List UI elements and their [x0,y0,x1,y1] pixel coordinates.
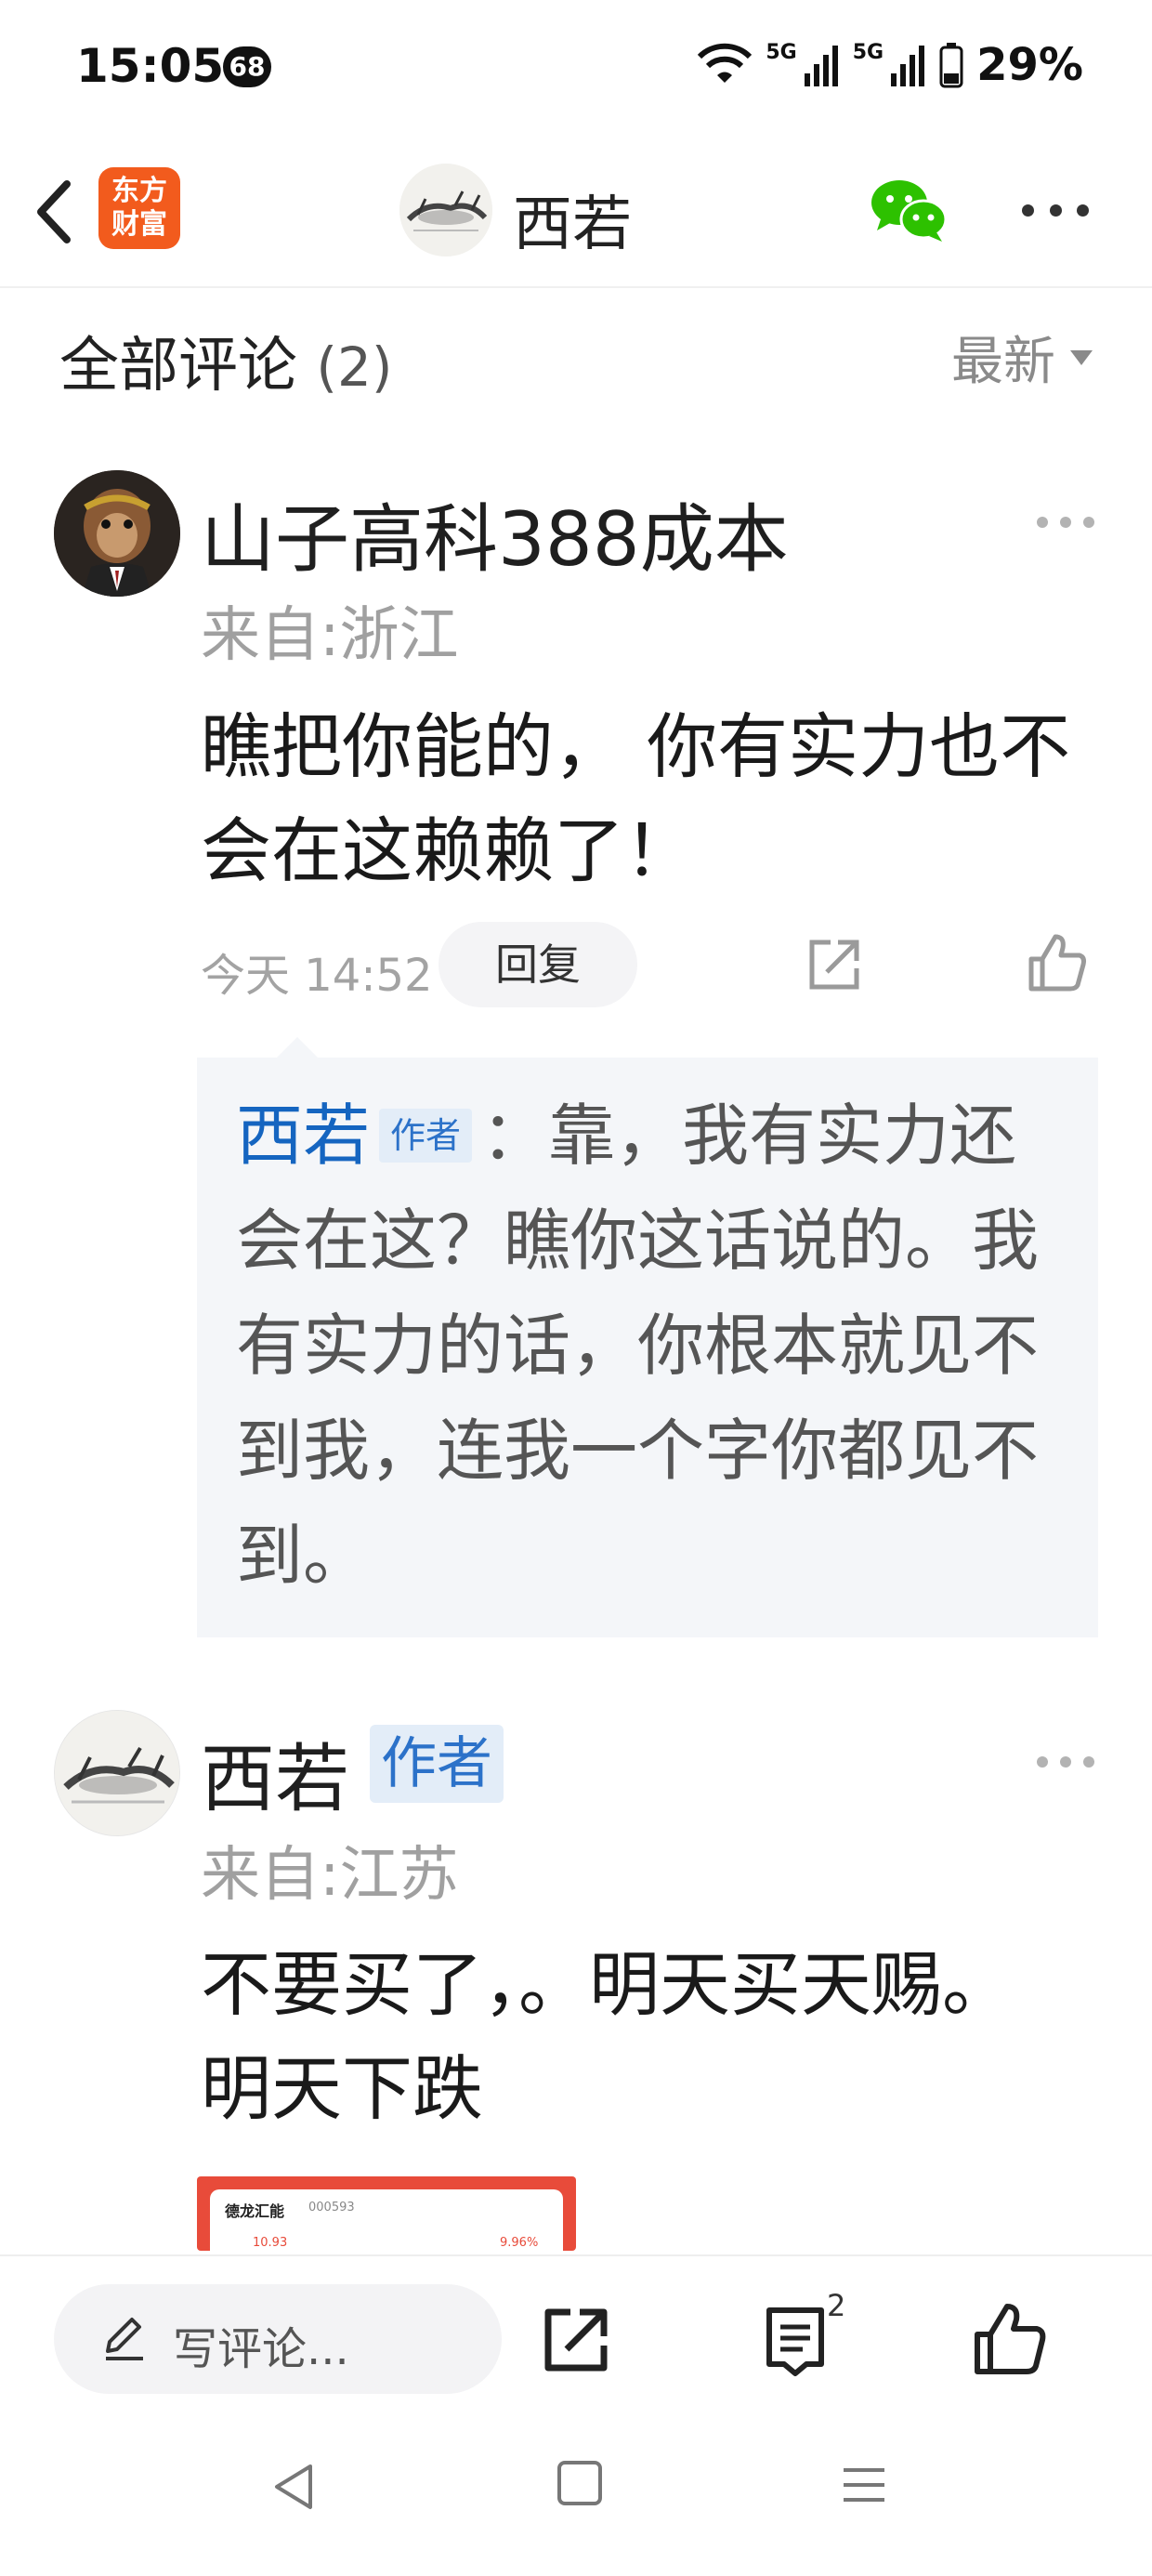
system-menu-icon[interactable] [840,2464,888,2505]
comment-time: 今天 14:52 [201,950,433,1002]
comment-location: 来自:江苏 [201,1841,459,1910]
stock-card: 德龙汇能 000593 10.93 9.96% [210,2189,563,2251]
status-icons: 5G 5G 29% [697,37,1083,93]
dot-icon [1037,1756,1048,1768]
comment-username[interactable]: 西若 [201,1719,349,1827]
stock-code: 000593 [308,2201,355,2215]
avatar[interactable] [54,470,180,597]
reply-author[interactable]: 西若 [236,1097,370,1175]
thumbs-up-icon[interactable] [970,2299,1048,2377]
status-bar: 15:05 68 5G 5G 29% [0,0,1152,139]
stock-name: 德龙汇能 [225,2202,285,2220]
comments-count: (2) [316,335,393,399]
comment-image-thumbnail[interactable]: 德龙汇能 000593 10.93 9.96% [197,2176,576,2251]
reply-button[interactable]: 回复 [439,922,637,1007]
author-tag: 作者 [379,1109,473,1163]
comments-header-label: 全部评论 [59,332,297,401]
signal-icon [891,46,925,86]
battery-percent: 29% [976,39,1083,91]
thumbs-up-icon[interactable] [1026,931,1089,994]
comments-header: 全部评论 (2) [59,318,393,403]
monkey-avatar-icon [54,470,180,597]
system-home-icon[interactable] [557,2461,602,2505]
notification-badge: 68 [223,46,271,87]
stock-price: 10.93 [253,2236,288,2250]
comment-compose-input[interactable]: 写评论... [54,2284,502,2394]
stock-change: 9.96% [500,2236,539,2250]
compose-placeholder: 写评论... [173,2323,349,2375]
dot-icon [1022,204,1034,217]
comment-more-button[interactable] [1037,1756,1094,1769]
dot-icon [1049,204,1062,217]
comment-list-icon[interactable] [762,2305,829,2377]
nav-bar: 东方财富 西若 [0,139,1152,288]
wifi-icon [698,43,753,83]
share-icon[interactable] [805,935,864,994]
reply-box[interactable]: 西若 作者 ：靠，我有实力还会在这？瞧你这话说的。我有实力的话，你根本就见不到我，连… [197,1058,1098,1637]
reply-item: 西若 作者 ：靠，我有实力还会在这？瞧你这话说的。我有实力的话，你根本就见不到我，连… [236,1084,1072,1609]
ink-painting-avatar-icon [55,1711,179,1835]
system-nav-bar [0,2412,1152,2576]
ink-painting-avatar-icon [399,164,492,256]
sort-label: 最新 [951,332,1055,392]
avatar[interactable] [399,164,492,256]
wechat-share-icon[interactable] [868,175,948,245]
signal-icon [804,46,838,86]
network-label-2: 5G [852,40,884,64]
comment-text: 不要买了，。明天买天赐。明天下跌 [201,1943,1013,2130]
dot-icon [1060,517,1071,528]
caret-down-icon [1070,349,1093,365]
author-tag: 作者 [370,1725,504,1803]
comment-more-button[interactable] [1037,517,1094,530]
sort-dropdown[interactable]: 最新 [951,320,1093,395]
back-arrow-icon[interactable] [28,175,84,249]
dot-icon [1077,204,1089,217]
dot-icon [1060,1756,1071,1768]
dot-icon [1083,517,1094,528]
comment-meta: 今天 14:52 回复 [201,922,1093,1007]
app-logo[interactable]: 东方财富 [98,167,180,249]
bottom-toolbar: 写评论... 2 [0,2254,1152,2412]
reply-pointer [277,1037,318,1058]
comment-text: 瞧把你能的， 你有实力也不会在这赖赖了！ [201,705,1071,892]
page-title: 西若 [513,191,632,259]
comment-username[interactable]: 山子高科388成本 [201,480,789,587]
dot-icon [1083,1756,1094,1768]
comment-count-badge: 2 [827,2288,846,2323]
network-label-1: 5G [766,40,797,64]
share-icon[interactable] [539,2303,613,2377]
comment-location: 来自:浙江 [201,601,459,670]
more-options-button[interactable] [1022,191,1089,229]
pen-icon [106,2318,143,2360]
system-back-icon[interactable] [269,2461,318,2513]
dot-icon [1037,517,1048,528]
avatar[interactable] [54,1710,180,1836]
status-time: 15:05 [76,39,225,93]
battery-icon [939,43,963,88]
